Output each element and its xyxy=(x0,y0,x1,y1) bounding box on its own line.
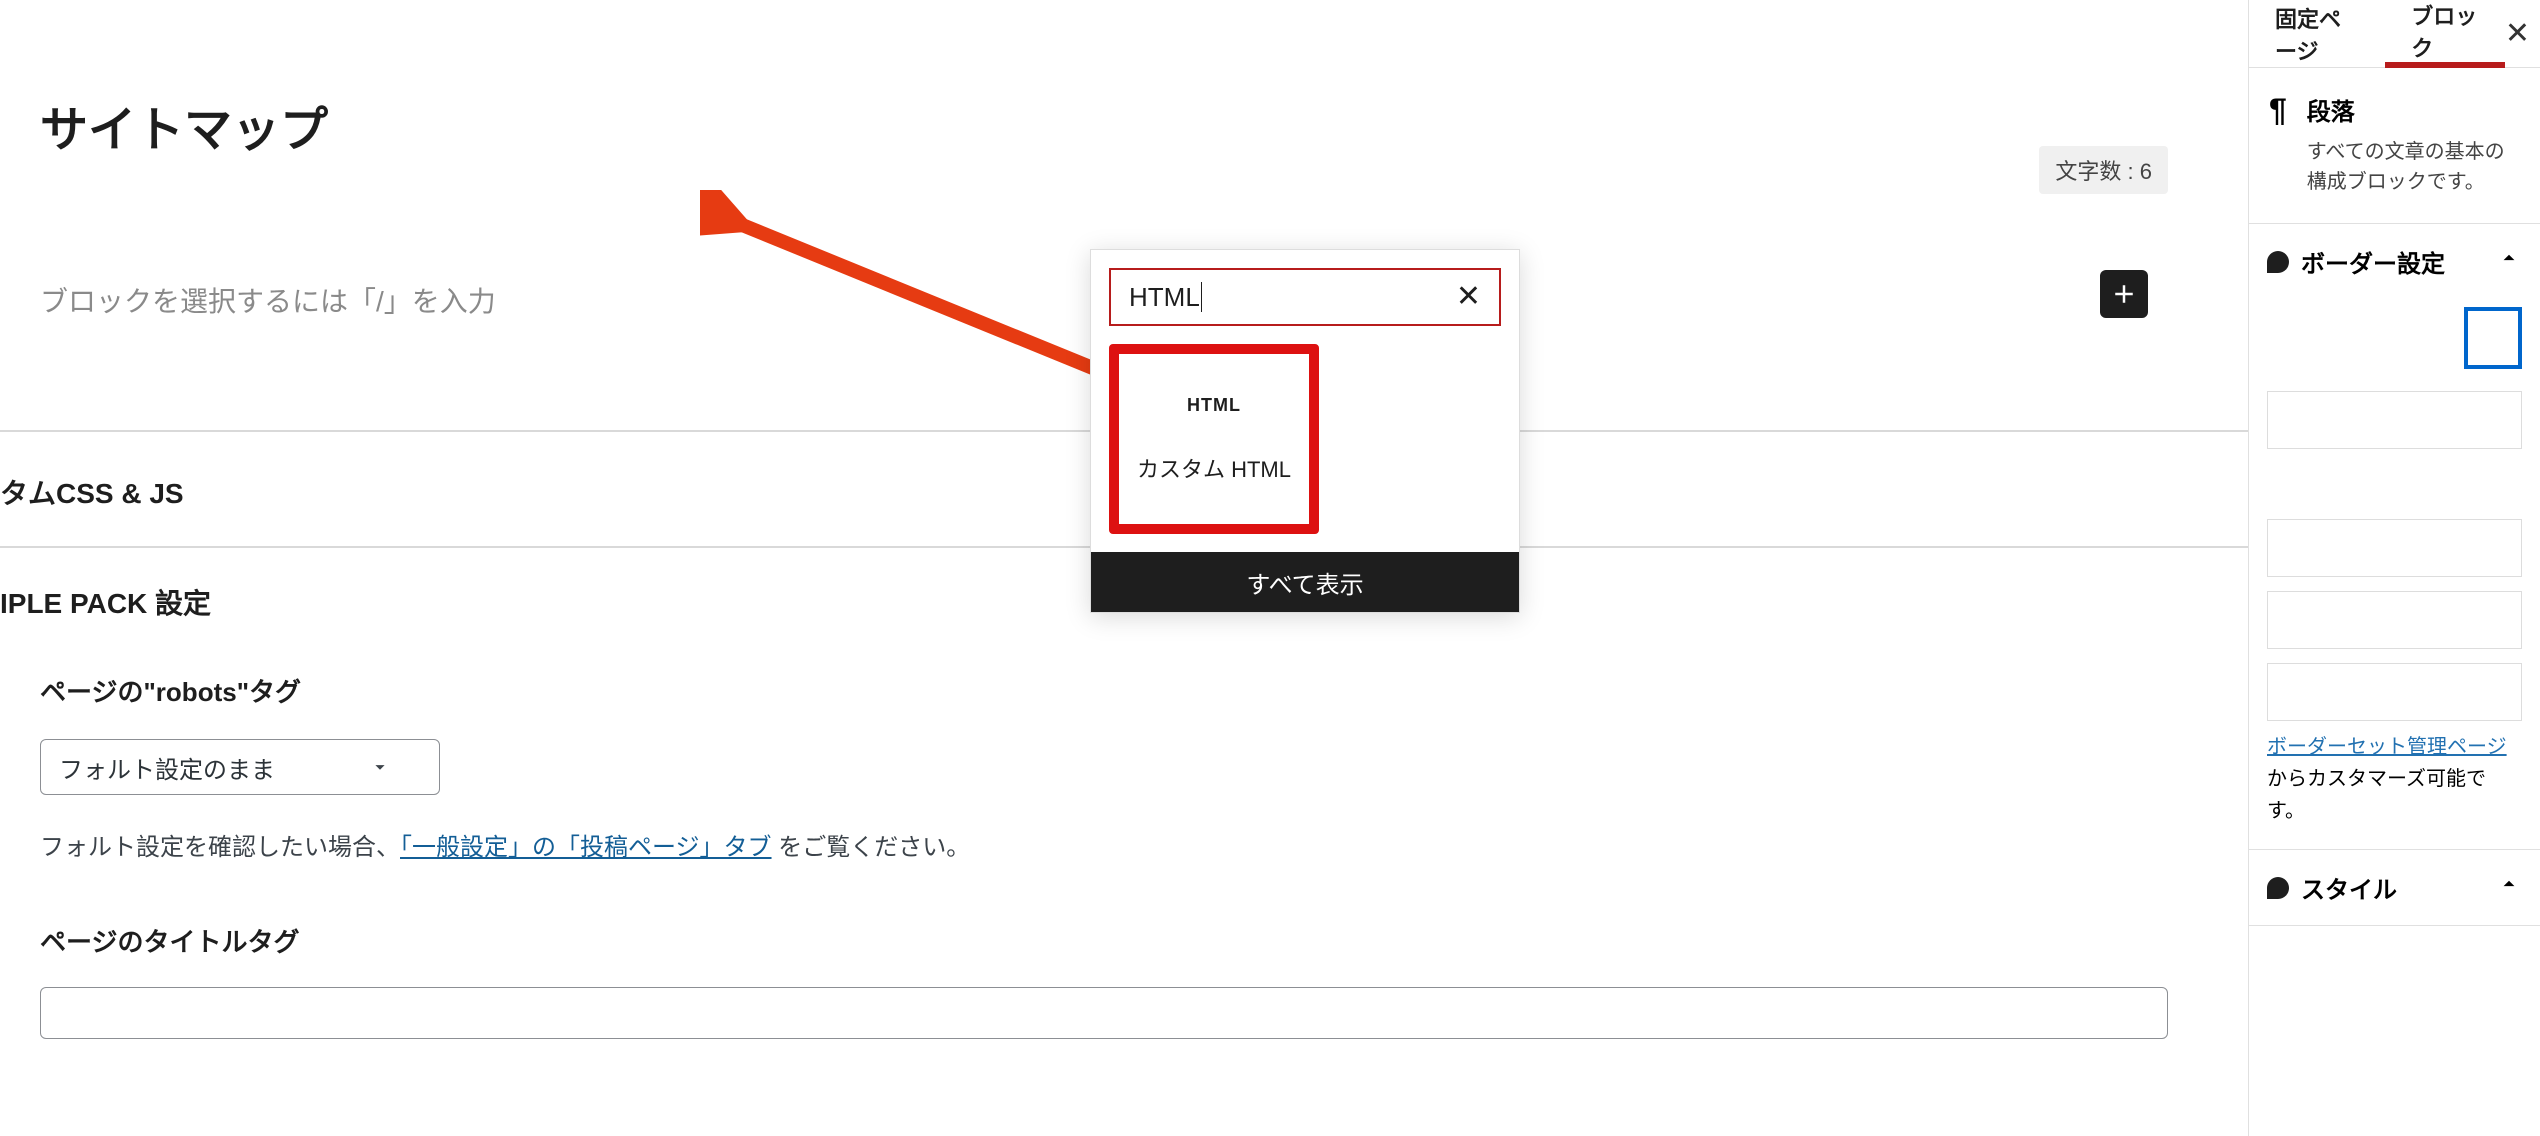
border-settings-link[interactable]: ボーダーセット管理ページ xyxy=(2267,736,2507,758)
block-info: ¶ 段落 すべての文章の基本の構成ブロックです。 xyxy=(2249,68,2540,224)
block-search-input[interactable]: HTML ✕ xyxy=(1109,268,1501,326)
block-inserter-popup: HTML ✕ HTML カスタム HTML すべて表示 xyxy=(1090,249,1520,613)
border-panel-toggle[interactable]: ボーダー設定 xyxy=(2249,224,2540,299)
robots-select-value: フォルト設定のまま xyxy=(59,750,275,785)
title-tag-input[interactable] xyxy=(40,987,2168,1039)
border-preview-selected[interactable] xyxy=(2464,307,2522,369)
style-panel-toggle[interactable]: スタイル xyxy=(2249,850,2540,925)
chevron-up-icon xyxy=(2496,871,2522,897)
tab-page[interactable]: 固定ページ xyxy=(2249,0,2385,67)
show-all-button[interactable]: すべて表示 xyxy=(1091,552,1519,612)
border-panel: ボーダー設定 ボーダーセット管理ページからカスタマーズ可能です。 xyxy=(2249,224,2540,850)
block-info-title: 段落 xyxy=(2307,92,2522,127)
robots-select[interactable]: フォルト設定のまま xyxy=(40,739,440,795)
clear-search-button[interactable]: ✕ xyxy=(1456,282,1481,312)
page-title[interactable]: サイトマップ xyxy=(40,90,2208,160)
block-placeholder[interactable]: ブロックを選択するには「/」を入力 xyxy=(40,280,496,320)
robots-tag-heading: ページの"robots"タグ xyxy=(40,672,2208,709)
border-option-row[interactable] xyxy=(2267,391,2522,449)
border-option-row[interactable] xyxy=(2267,663,2522,721)
add-block-button[interactable] xyxy=(2100,270,2148,318)
paragraph-icon: ¶ xyxy=(2269,92,2287,197)
block-result-label: カスタム HTML xyxy=(1137,452,1291,484)
title-tag-heading: ページのタイトルタグ xyxy=(40,922,2208,959)
style-panel: スタイル xyxy=(2249,850,2540,926)
brand-dot-icon xyxy=(2267,251,2289,273)
block-result-custom-html[interactable]: HTML カスタム HTML xyxy=(1109,344,1319,534)
tab-block[interactable]: ブロック xyxy=(2385,1,2505,68)
plus-icon xyxy=(2109,279,2139,309)
char-count-badge: 文字数 : 6 xyxy=(2039,146,2168,194)
robots-help-link[interactable]: 「一般設定」の「投稿ページ」タブ xyxy=(400,834,772,861)
chevron-down-icon xyxy=(369,756,391,778)
brand-dot-icon xyxy=(2267,877,2289,899)
border-help-text: ボーダーセット管理ページからカスタマーズ可能です。 xyxy=(2267,731,2522,827)
border-option-row[interactable] xyxy=(2267,591,2522,649)
robots-help-text: フォルト設定を確認したい場合、「一般設定」の「投稿ページ」タブ をご覧ください。 xyxy=(40,827,2208,862)
block-info-desc: すべての文章の基本の構成ブロックです。 xyxy=(2307,137,2522,197)
chevron-up-icon xyxy=(2496,245,2522,271)
settings-sidebar: 固定ページ ブロック ✕ ¶ 段落 すべての文章の基本の構成ブロックです。 ボー… xyxy=(2248,0,2540,1136)
border-option-row[interactable] xyxy=(2267,519,2522,577)
html-icon: HTML xyxy=(1187,395,1241,416)
sidebar-close-button[interactable]: ✕ xyxy=(2505,16,2540,51)
